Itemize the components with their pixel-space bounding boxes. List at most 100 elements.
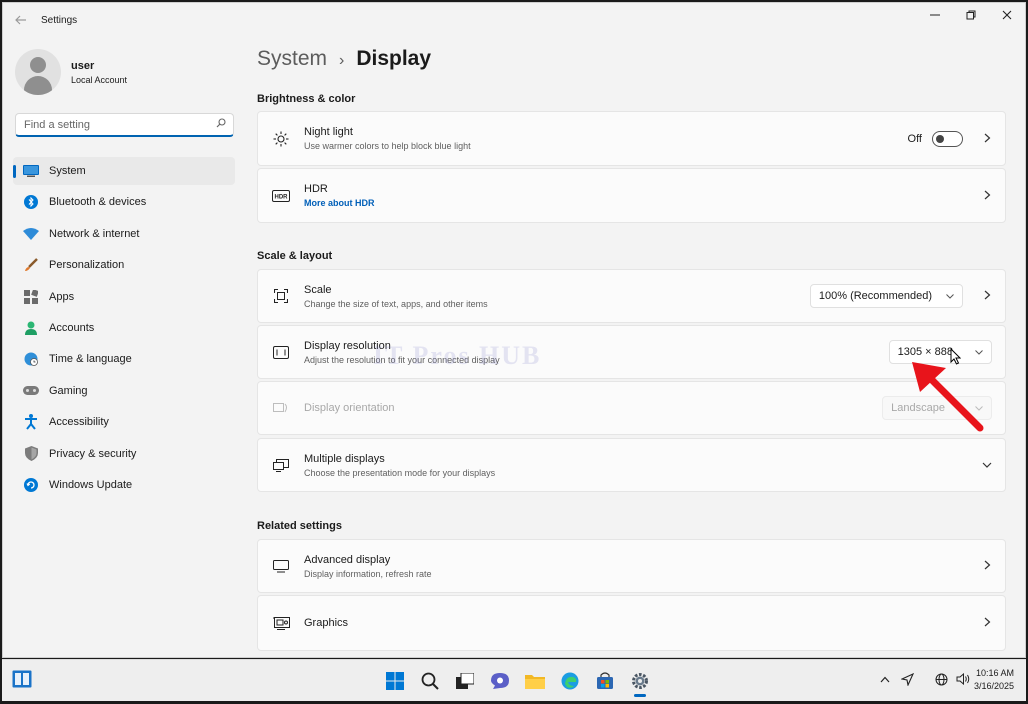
monitor-outline-icon bbox=[258, 559, 304, 573]
watermark: IT Pros HUB bbox=[373, 341, 542, 370]
mouse-cursor-icon bbox=[950, 347, 962, 370]
sidebar-item-time-language[interactable]: Time & language bbox=[13, 345, 235, 373]
chevron-down-icon[interactable] bbox=[969, 458, 1005, 472]
task-view-icon[interactable] bbox=[450, 668, 480, 694]
chevron-right-icon[interactable] bbox=[969, 189, 1005, 203]
avatar bbox=[15, 49, 61, 95]
chevron-down-icon bbox=[946, 291, 954, 301]
chevron-up-icon[interactable] bbox=[874, 668, 896, 690]
multiple-displays-subtitle: Choose the presentation mode for your di… bbox=[304, 467, 496, 478]
user-profile[interactable]: user Local Account bbox=[15, 49, 127, 95]
night-light-toggle[interactable] bbox=[932, 130, 963, 147]
sidebar-item-privacy[interactable]: Privacy & security bbox=[13, 440, 235, 468]
network-icon[interactable] bbox=[930, 668, 952, 690]
widgets-icon[interactable] bbox=[12, 670, 32, 688]
settings-window: Settings user Local Account Find a setti… bbox=[2, 2, 1026, 658]
taskbar-apps bbox=[380, 668, 660, 697]
search-icon[interactable] bbox=[415, 668, 445, 694]
scale-icon bbox=[258, 289, 304, 303]
display-orientation-title: Display orientation bbox=[304, 402, 395, 414]
gamepad-icon bbox=[23, 383, 39, 399]
svg-text:HDR: HDR bbox=[275, 194, 289, 200]
app-title: Settings bbox=[41, 14, 78, 26]
night-light-subtitle: Use warmer colors to help block blue lig… bbox=[304, 141, 471, 151]
search-icon[interactable] bbox=[209, 118, 233, 131]
globe-clock-icon bbox=[23, 351, 39, 367]
sidebar-item-windows-update[interactable]: Windows Update bbox=[13, 471, 235, 499]
display-orientation-card: Display orientation Landscape bbox=[257, 381, 1006, 435]
red-arrow-annotation bbox=[908, 358, 988, 443]
chevron-down-icon bbox=[975, 347, 983, 357]
hdr-icon: HDR bbox=[258, 189, 304, 202]
multiple-displays-icon bbox=[258, 458, 304, 472]
back-arrow-icon[interactable] bbox=[3, 3, 39, 37]
close-icon[interactable] bbox=[989, 3, 1025, 27]
scale-card[interactable]: Scale Change the size of text, apps, and… bbox=[257, 269, 1006, 323]
scale-dropdown[interactable]: 100% (Recommended) bbox=[809, 284, 963, 308]
taskbar-clock[interactable]: 10:16 AM 3/16/2025 bbox=[974, 667, 1014, 693]
bluetooth-icon bbox=[23, 194, 39, 210]
graphics-title: Graphics bbox=[304, 617, 349, 629]
section-brightness-color: Brightness & color bbox=[257, 93, 356, 105]
sidebar-item-bluetooth[interactable]: Bluetooth & devices bbox=[13, 188, 235, 216]
sidebar: user Local Account System Bluetooth & bbox=[3, 37, 243, 657]
scale-title: Scale bbox=[304, 283, 332, 296]
clock-date: 3/16/2025 bbox=[973, 681, 1014, 691]
profile-account-type: Local Account bbox=[71, 74, 128, 85]
section-scale-layout: Scale & layout bbox=[257, 250, 333, 262]
orientation-icon bbox=[258, 401, 304, 415]
search-input[interactable] bbox=[16, 118, 209, 131]
update-icon bbox=[23, 477, 39, 493]
scale-subtitle: Change the size of text, apps, and other… bbox=[304, 298, 488, 309]
chat-icon[interactable] bbox=[485, 668, 515, 694]
shield-icon bbox=[23, 446, 39, 462]
sidebar-item-personalization[interactable]: Personalization bbox=[13, 251, 235, 279]
night-light-toggle-label: Off bbox=[907, 132, 922, 145]
restore-icon[interactable] bbox=[953, 3, 989, 27]
sidebar-item-apps[interactable]: Apps bbox=[13, 283, 235, 311]
breadcrumb-parent[interactable]: System bbox=[257, 47, 327, 71]
store-icon[interactable] bbox=[590, 668, 620, 694]
breadcrumb-separator: › bbox=[339, 52, 345, 69]
hdr-learn-more-link[interactable]: More about HDR bbox=[304, 198, 969, 208]
chevron-right-icon[interactable] bbox=[969, 289, 1005, 303]
multiple-displays-title: Multiple displays bbox=[304, 452, 385, 465]
main-content: System › Display Brightness & color Nigh… bbox=[257, 37, 1009, 657]
monitor-icon bbox=[23, 163, 39, 179]
edge-icon[interactable] bbox=[555, 668, 585, 694]
settings-gear-icon[interactable] bbox=[625, 668, 655, 697]
chevron-right-icon[interactable] bbox=[969, 132, 1005, 146]
accessibility-icon bbox=[23, 414, 39, 430]
volume-icon[interactable] bbox=[952, 668, 974, 690]
location-icon[interactable] bbox=[896, 668, 918, 690]
minimize-icon[interactable] bbox=[917, 3, 953, 27]
night-light-card[interactable]: Night light Use warmer colors to help bl… bbox=[257, 111, 1006, 166]
title-bar: Settings bbox=[3, 3, 1025, 37]
profile-name: user bbox=[71, 59, 95, 72]
night-light-title: Night light bbox=[304, 126, 353, 138]
display-resolution-card[interactable]: Display resolution Adjust the resolution… bbox=[257, 325, 1006, 379]
sun-icon bbox=[258, 131, 304, 147]
apps-icon bbox=[23, 289, 39, 305]
multiple-displays-card[interactable]: Multiple displays Choose the presentatio… bbox=[257, 438, 1006, 492]
graphics-card[interactable]: Graphics bbox=[257, 595, 1006, 651]
page-title: Display bbox=[356, 47, 432, 70]
windows-start-icon[interactable] bbox=[380, 668, 410, 694]
file-explorer-icon[interactable] bbox=[520, 668, 550, 694]
sidebar-item-system[interactable]: System bbox=[13, 157, 235, 185]
hdr-title: HDR bbox=[304, 183, 328, 195]
advanced-display-card[interactable]: Advanced display Display information, re… bbox=[257, 539, 1006, 593]
search-box[interactable] bbox=[15, 113, 234, 137]
chevron-right-icon[interactable] bbox=[969, 559, 1005, 573]
system-tray bbox=[874, 668, 974, 690]
brush-icon bbox=[23, 257, 39, 273]
hdr-card[interactable]: HDR HDR More about HDR bbox=[257, 168, 1006, 223]
advanced-display-title: Advanced display bbox=[304, 553, 391, 566]
sidebar-item-gaming[interactable]: Gaming bbox=[13, 377, 235, 405]
sidebar-item-accessibility[interactable]: Accessibility bbox=[13, 408, 235, 436]
sidebar-item-accounts[interactable]: Accounts bbox=[13, 314, 235, 342]
taskbar: 10:16 AM 3/16/2025 bbox=[2, 659, 1026, 701]
chevron-right-icon[interactable] bbox=[969, 616, 1005, 630]
resolution-icon bbox=[258, 345, 304, 359]
sidebar-item-network[interactable]: Network & internet bbox=[13, 220, 235, 248]
